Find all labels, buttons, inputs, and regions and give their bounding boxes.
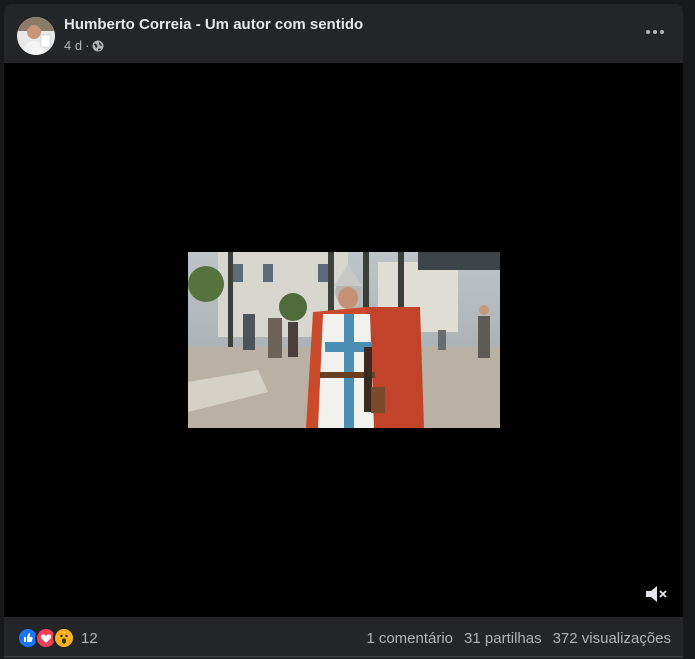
video-still-image xyxy=(188,252,500,428)
globe-icon[interactable] xyxy=(92,40,104,52)
views-count[interactable]: 372 visualizações xyxy=(553,630,671,647)
comments-count[interactable]: 1 comentário xyxy=(366,630,453,647)
meta-separator: · xyxy=(85,38,90,53)
engagement-stats: 1 comentário 31 partilhas 372 visualizaç… xyxy=(366,630,671,647)
post-time[interactable]: 4 d xyxy=(64,38,82,53)
more-options-icon[interactable] xyxy=(641,22,669,42)
post-card: Humberto Correia - Um autor com sentido … xyxy=(4,4,683,659)
shares-count[interactable]: 31 partilhas xyxy=(464,630,542,647)
author-avatar[interactable] xyxy=(17,17,55,55)
video-frame xyxy=(188,252,500,428)
reaction-count[interactable]: 12 xyxy=(81,630,98,647)
engagement-bar: 12 1 comentário 31 partilhas 372 visuali… xyxy=(4,617,683,659)
speaker-muted-icon[interactable] xyxy=(643,583,669,605)
reactions-summary[interactable]: 12 xyxy=(17,627,98,649)
avatar-image xyxy=(17,17,55,55)
post-header: Humberto Correia - Um autor com sentido … xyxy=(4,4,683,64)
author-name[interactable]: Humberto Correia - Um autor com sentido xyxy=(64,16,363,33)
post-meta: 4 d · xyxy=(64,38,104,53)
video-player[interactable] xyxy=(4,63,683,617)
wow-icon xyxy=(53,627,75,649)
